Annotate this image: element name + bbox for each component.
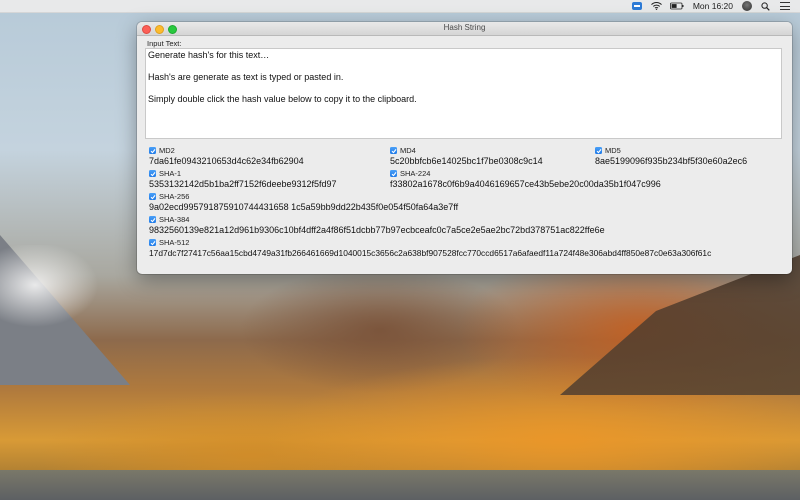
wallpaper-lake xyxy=(0,470,800,500)
md2-label: MD2 xyxy=(159,146,175,155)
hash-sha512: SHA-512 17d7dc7f27417c56aa15cbd4749a31fb… xyxy=(149,238,711,258)
sha512-value[interactable]: 17d7dc7f27417c56aa15cbd4749a31fb26646166… xyxy=(149,248,711,258)
input-text-label: Input Text: xyxy=(147,39,182,48)
md4-label: MD4 xyxy=(400,146,416,155)
menu-list-icon[interactable] xyxy=(780,2,790,10)
sha384-checkbox[interactable] xyxy=(149,216,156,223)
menu-bar-status-area: Mon 16:20 xyxy=(631,0,790,12)
hash-sha1: SHA-1 5353132142d5b1ba2ff7152f6deebe9312… xyxy=(149,169,337,189)
sha1-value[interactable]: 5353132142d5b1ba2ff7152f6deebe9312f5fd97 xyxy=(149,179,337,189)
sha224-value[interactable]: f33802a1678c0f6b9a4046169657ce43b5ebe20c… xyxy=(390,179,661,189)
sha224-checkbox[interactable] xyxy=(390,170,397,177)
menu-bar-clock[interactable]: Mon 16:20 xyxy=(693,1,733,11)
sha1-label: SHA-1 xyxy=(159,169,182,178)
sha224-label: SHA-224 xyxy=(400,169,431,178)
search-icon[interactable] xyxy=(761,2,771,11)
wallpaper-snow xyxy=(0,245,110,365)
hash-md2: MD2 7da61fe0943210653d4c62e34fb62904 xyxy=(149,146,304,166)
teamviewer-icon[interactable] xyxy=(631,2,642,10)
hash-string-window: Hash String Input Text: Generate hash's … xyxy=(137,22,792,274)
user-avatar[interactable] xyxy=(742,1,752,11)
hash-sha384: SHA-384 9832560139e821a12d961b9306c10bf4… xyxy=(149,215,605,235)
window-title: Hash String xyxy=(443,23,486,32)
sha512-label: SHA-512 xyxy=(159,238,190,247)
hash-md4: MD4 5c20bbfcb6e14025bc1f7be0308c9c14 xyxy=(390,146,543,166)
md2-checkbox[interactable] xyxy=(149,147,156,154)
sha256-label: SHA-256 xyxy=(159,192,190,201)
sha256-checkbox[interactable] xyxy=(149,193,156,200)
input-line: Generate hash's for this text… xyxy=(148,50,270,60)
md5-checkbox[interactable] xyxy=(595,147,602,154)
sha1-checkbox[interactable] xyxy=(149,170,156,177)
sha512-checkbox[interactable] xyxy=(149,239,156,246)
md5-label: MD5 xyxy=(605,146,621,155)
hash-sha256: SHA-256 9a02ecd995791875910744431658 1c5… xyxy=(149,192,458,212)
input-line: Simply double click the hash value below… xyxy=(148,94,417,104)
wifi-icon[interactable] xyxy=(650,2,662,10)
window-titlebar[interactable]: Hash String xyxy=(137,22,792,36)
md4-value[interactable]: 5c20bbfcb6e14025bc1f7be0308c9c14 xyxy=(390,156,543,166)
battery-icon[interactable] xyxy=(669,2,684,10)
sha384-label: SHA-384 xyxy=(159,215,190,224)
menu-bar: Mon 16:20 xyxy=(0,0,800,13)
md2-value[interactable]: 7da61fe0943210653d4c62e34fb62904 xyxy=(149,156,304,166)
input-text-area[interactable]: Generate hash's for this text… Hash's ar… xyxy=(145,48,782,139)
input-line: Hash's are generate as text is typed or … xyxy=(148,72,344,82)
hash-sha224: SHA-224 f33802a1678c0f6b9a4046169657ce43… xyxy=(390,169,661,189)
md5-value[interactable]: 8ae5199096f935b234bf5f30e60a2ec6 xyxy=(595,156,747,166)
sha256-value[interactable]: 9a02ecd995791875910744431658 1c5a59bb9dd… xyxy=(149,202,458,212)
hash-md5: MD5 8ae5199096f935b234bf5f30e60a2ec6 xyxy=(595,146,747,166)
wallpaper-mountain-right xyxy=(560,255,800,395)
sha384-value[interactable]: 9832560139e821a12d961b9306c10bf4dff2a4f8… xyxy=(149,225,605,235)
md4-checkbox[interactable] xyxy=(390,147,397,154)
